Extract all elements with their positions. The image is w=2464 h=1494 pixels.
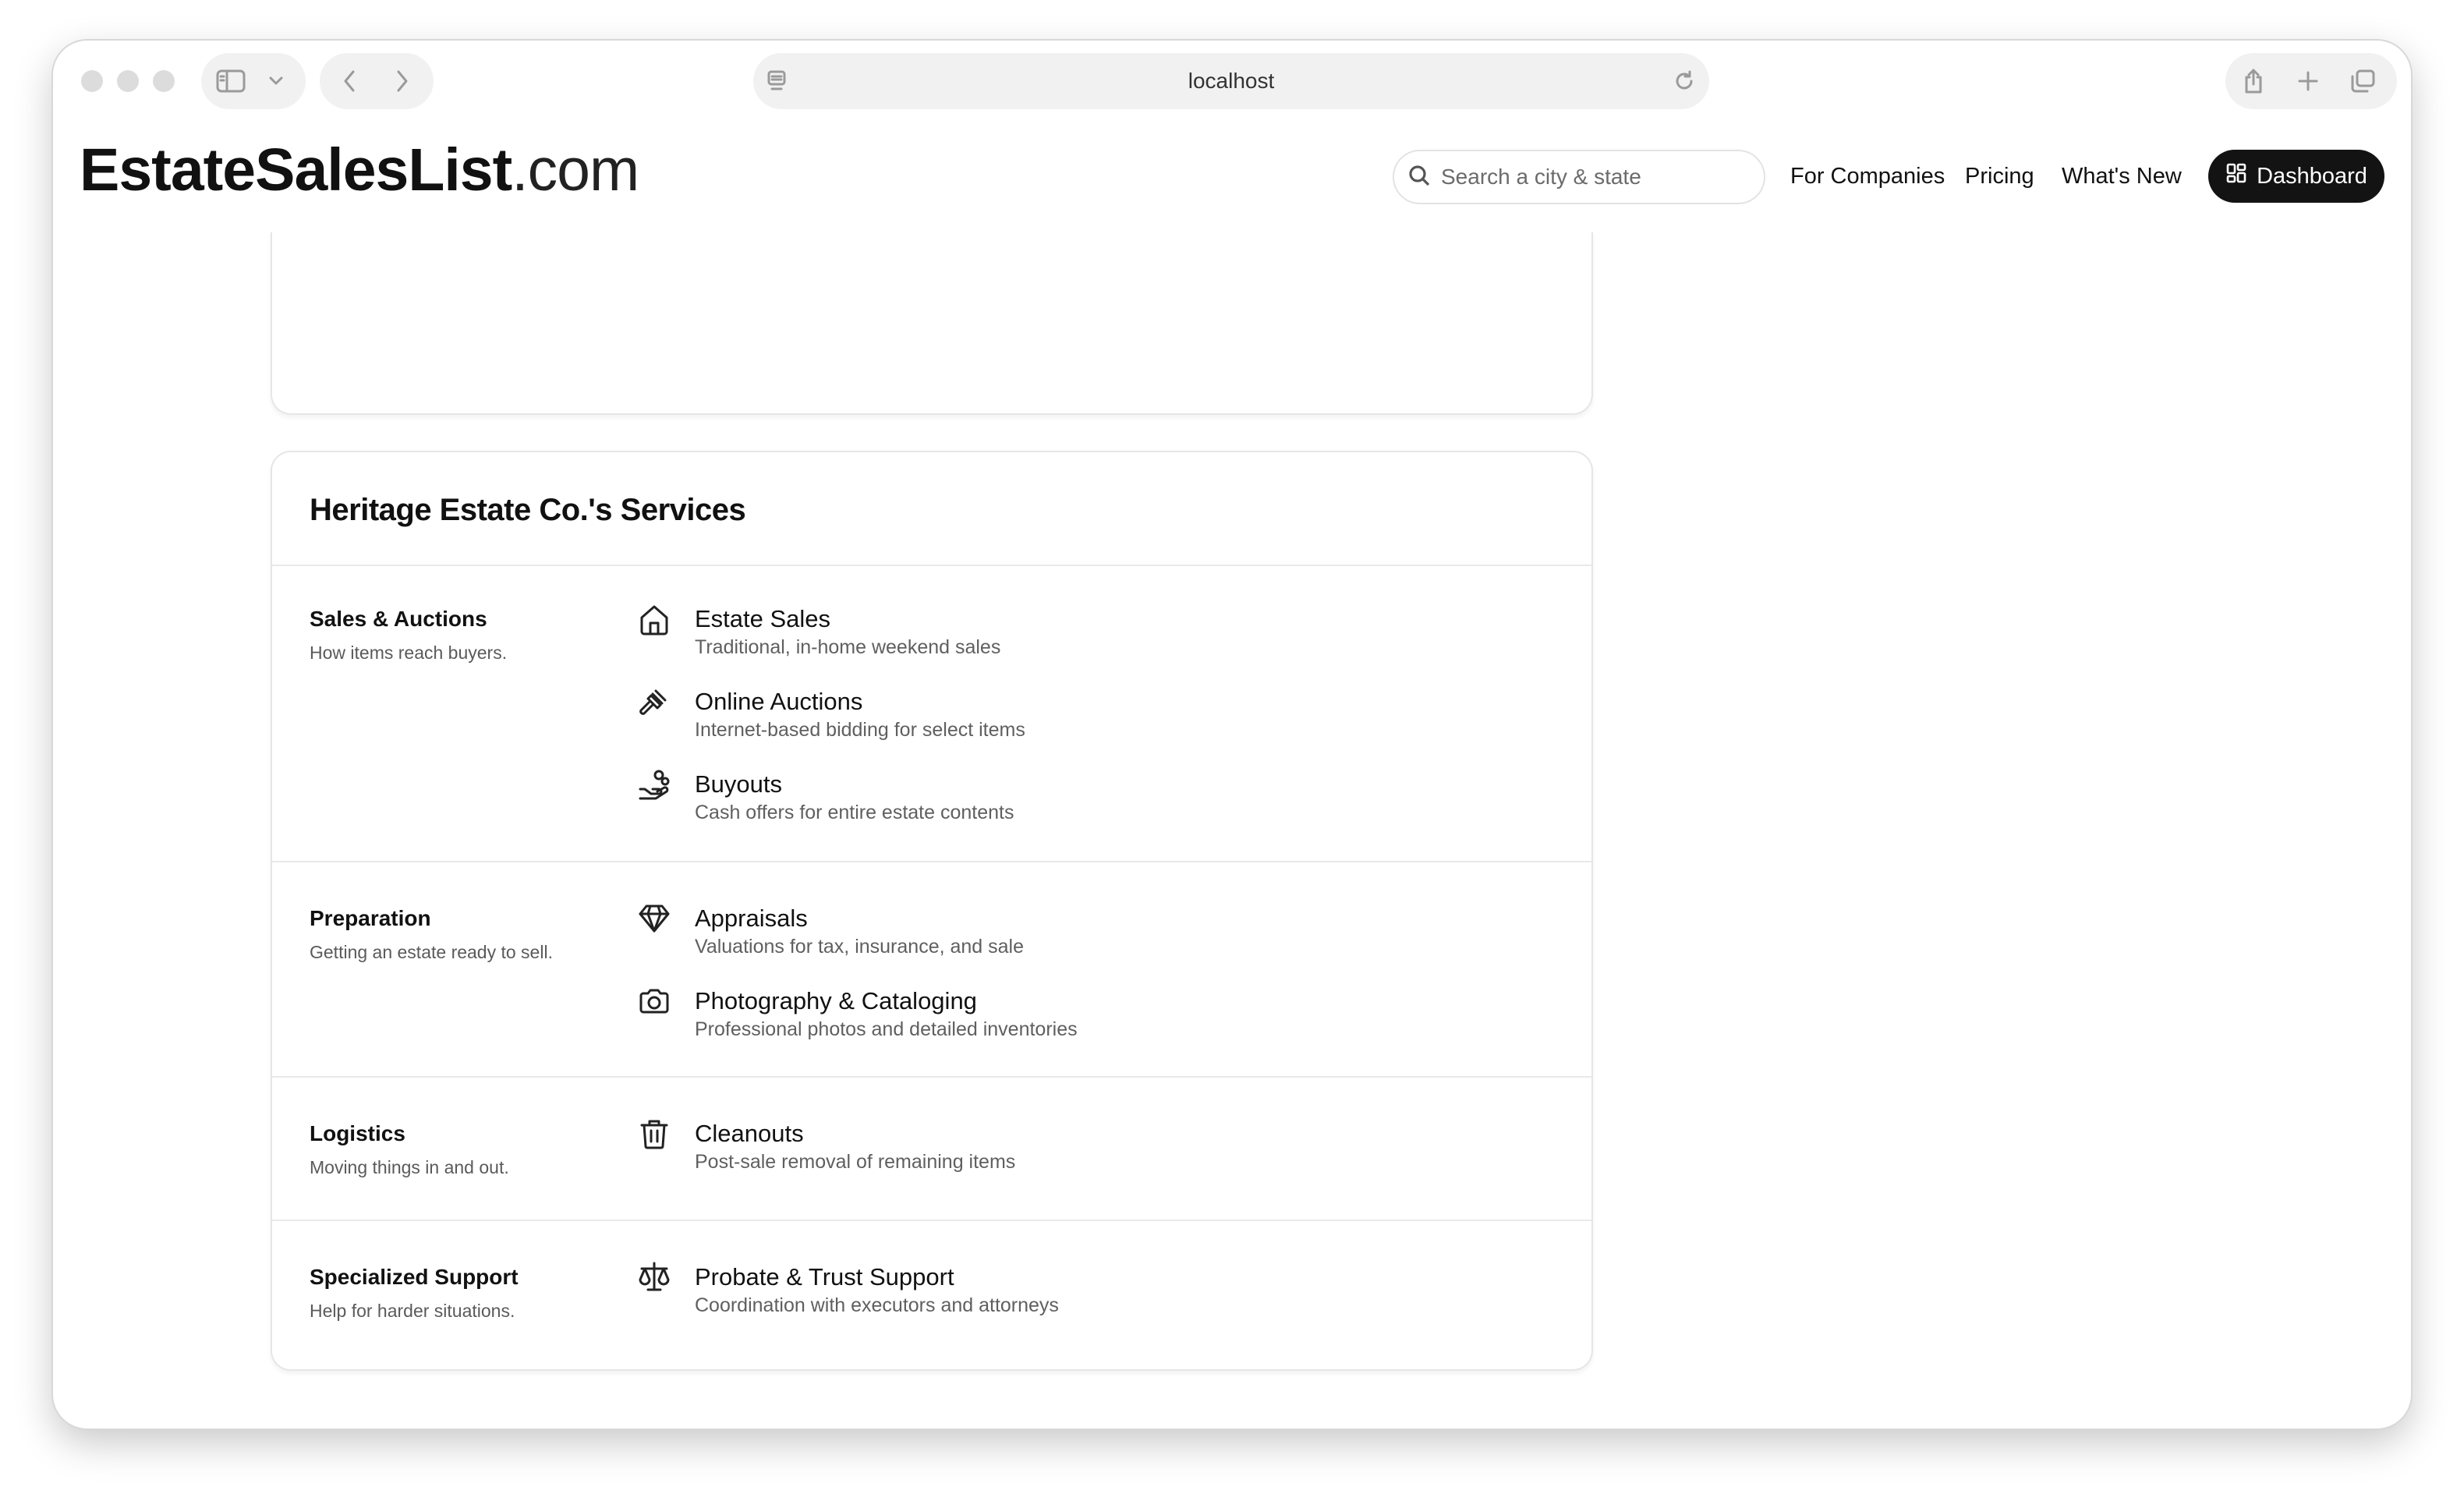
nav-pricing[interactable]: Pricing bbox=[1965, 164, 2034, 189]
trash-icon bbox=[637, 1117, 671, 1151]
group-desc-preparation: Getting an estate ready to sell. bbox=[310, 942, 553, 962]
url-text: localhost bbox=[1188, 69, 1275, 93]
browser-window: localhost EstateSalesList.com For Compan… bbox=[53, 41, 2411, 1429]
city-search-box[interactable] bbox=[1393, 150, 1765, 204]
address-bar[interactable]: localhost bbox=[753, 53, 1709, 109]
service-desc-cleanouts: Post-sale removal of remaining items bbox=[695, 1151, 1016, 1173]
group-desc-logistics: Moving things in and out. bbox=[310, 1157, 509, 1177]
nav-for-companies[interactable]: For Companies bbox=[1790, 164, 1945, 189]
service-name-cleanouts: Cleanouts bbox=[695, 1120, 804, 1147]
back-arrow-icon[interactable] bbox=[335, 67, 363, 95]
services-title: Heritage Estate Co.'s Services bbox=[310, 493, 746, 527]
sidebar-icon[interactable] bbox=[214, 64, 248, 98]
group-name-specialized-support: Specialized Support bbox=[310, 1265, 519, 1289]
service-name-appraisals: Appraisals bbox=[695, 905, 808, 932]
zoom-window-button[interactable] bbox=[153, 70, 175, 92]
group-desc-specialized-support: Help for harder situations. bbox=[310, 1301, 515, 1321]
gem-icon bbox=[637, 901, 671, 936]
house-icon bbox=[637, 602, 671, 636]
service-desc-online-auctions: Internet-based bidding for select items bbox=[695, 719, 1025, 741]
hand-coins-icon bbox=[637, 767, 671, 802]
forward-arrow-icon[interactable] bbox=[388, 67, 416, 95]
service-desc-probate-trust: Coordination with executors and attorney… bbox=[695, 1294, 1059, 1316]
divider bbox=[272, 565, 1591, 566]
close-window-button[interactable] bbox=[81, 70, 103, 92]
group-desc-sales-auctions: How items reach buyers. bbox=[310, 643, 508, 663]
new-tab-icon[interactable] bbox=[2291, 64, 2325, 98]
group-name-sales-auctions: Sales & Auctions bbox=[310, 607, 487, 631]
city-search-input[interactable] bbox=[1439, 164, 1739, 190]
service-desc-appraisals: Valuations for tax, insurance, and sale bbox=[695, 936, 1025, 958]
logo-main-text: EstateSalesList bbox=[80, 136, 512, 204]
divider bbox=[272, 1076, 1591, 1078]
dashboard-label: Dashboard bbox=[2257, 163, 2367, 189]
group-name-logistics: Logistics bbox=[310, 1121, 405, 1145]
service-name-photography: Photography & Cataloging bbox=[695, 987, 977, 1014]
logo-tld-text: .com bbox=[512, 136, 639, 204]
services-card: Heritage Estate Co.'s Services Sales & A… bbox=[271, 451, 1593, 1371]
divider bbox=[272, 861, 1591, 862]
share-icon[interactable] bbox=[2236, 64, 2271, 98]
site-logo[interactable]: EstateSalesList.com bbox=[80, 140, 639, 200]
camera-icon bbox=[637, 984, 671, 1018]
dashboard-grid-icon bbox=[2225, 162, 2247, 190]
nav-whats-new[interactable]: What's New bbox=[2062, 164, 2182, 189]
service-name-estate-sales: Estate Sales bbox=[695, 605, 831, 632]
search-icon bbox=[1408, 165, 1430, 190]
service-name-probate-trust: Probate & Trust Support bbox=[695, 1263, 954, 1290]
tab-overview-icon[interactable] bbox=[2345, 64, 2380, 98]
gavel-icon bbox=[637, 685, 671, 719]
service-name-buyouts: Buyouts bbox=[695, 770, 783, 798]
previous-section-card bbox=[271, 232, 1593, 415]
chevron-down-icon[interactable] bbox=[262, 67, 290, 95]
group-name-preparation: Preparation bbox=[310, 906, 431, 930]
service-desc-photography: Professional photos and detailed invento… bbox=[695, 1018, 1078, 1040]
dashboard-button[interactable]: Dashboard bbox=[2208, 150, 2384, 203]
service-desc-buyouts: Cash offers for entire estate contents bbox=[695, 802, 1014, 823]
divider bbox=[272, 1220, 1591, 1221]
service-name-online-auctions: Online Auctions bbox=[695, 688, 863, 715]
service-desc-estate-sales: Traditional, in-home weekend sales bbox=[695, 636, 1001, 658]
scale-icon bbox=[637, 1260, 671, 1294]
minimize-window-button[interactable] bbox=[117, 70, 139, 92]
reload-icon[interactable] bbox=[1669, 65, 1700, 97]
